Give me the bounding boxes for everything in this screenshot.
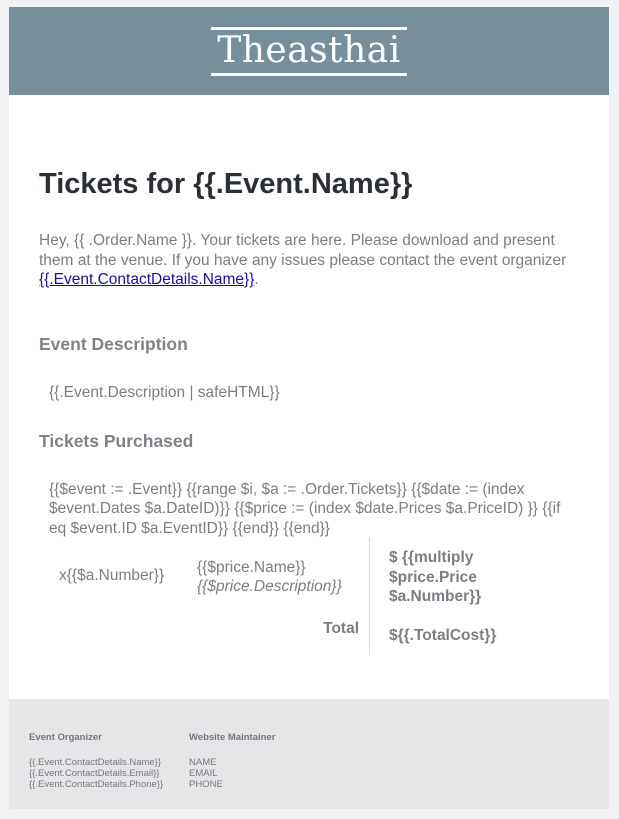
total-cost: ${{.TotalCost}}	[389, 626, 497, 644]
ticket-name-cell: {{$price.Name}} {{$price.Description}}	[197, 558, 342, 596]
page-title: Tickets for {{.Event.Name}}	[39, 168, 413, 200]
intro-text: Hey, {{ .Order.Name }}. Your tickets are…	[39, 232, 567, 269]
event-description-heading: Event Description	[39, 333, 188, 354]
organizer-name: {{.Event.ContactDetails.Name}}	[29, 757, 162, 768]
maintainer-phone: PHONE	[189, 779, 223, 790]
line-total: $ {{multiply $price.Price $a.Number}}	[389, 549, 482, 605]
organizer-phone: {{.Event.ContactDetails.Phone}}	[29, 779, 164, 790]
tickets-purchased-heading: Tickets Purchased	[39, 430, 194, 451]
intro-end: .	[254, 271, 259, 288]
organizer-contact-link[interactable]: {{.Event.ContactDetails.Name}}	[39, 271, 254, 288]
organizer-heading: Event Organizer	[29, 732, 102, 743]
email-container: Theasthai Tickets for {{.Event.Name}} He…	[9, 7, 609, 809]
ticket-row: x{{$a.Number}} {{$price.Name}} {{$price.…	[49, 538, 369, 596]
price-name: {{$price.Name}}	[197, 559, 306, 576]
maintainer-email: EMAIL	[189, 768, 218, 779]
footer-maintainer: Website Maintainer NAME EMAIL PHONE	[189, 732, 275, 809]
organizer-email: {{.Event.ContactDetails.Email}}	[29, 768, 160, 779]
event-description-text: {{.Event.Description | safeHTML}}	[49, 383, 280, 401]
ticket-right-area: $ {{multiply $price.Price $a.Number}} ${…	[370, 538, 499, 653]
ticket-quantity: x{{$a.Number}}	[59, 567, 165, 584]
intro-paragraph: Hey, {{ .Order.Name }}. Your tickets are…	[39, 231, 579, 290]
maintainer-name: NAME	[189, 757, 217, 768]
ticket-table: x{{$a.Number}} {{$price.Name}} {{$price.…	[49, 538, 579, 653]
brand-logo: Theasthai	[211, 26, 407, 76]
price-description: {{$price.Description}}	[197, 578, 342, 595]
email-header: Theasthai	[9, 7, 609, 95]
email-footer: Event Organizer {{.Event.ContactDetails.…	[9, 699, 609, 809]
email-body: Tickets for {{.Event.Name}} Hey, {{ .Ord…	[9, 95, 609, 653]
footer-organizer: Event Organizer {{.Event.ContactDetails.…	[29, 732, 189, 809]
total-label: Total	[323, 620, 359, 637]
ticket-left-area: x{{$a.Number}} {{$price.Name}} {{$price.…	[49, 538, 369, 653]
template-logic-text: {{$event := .Event}} {{range $i, $a := .…	[49, 480, 561, 537]
maintainer-heading: Website Maintainer	[189, 732, 276, 743]
